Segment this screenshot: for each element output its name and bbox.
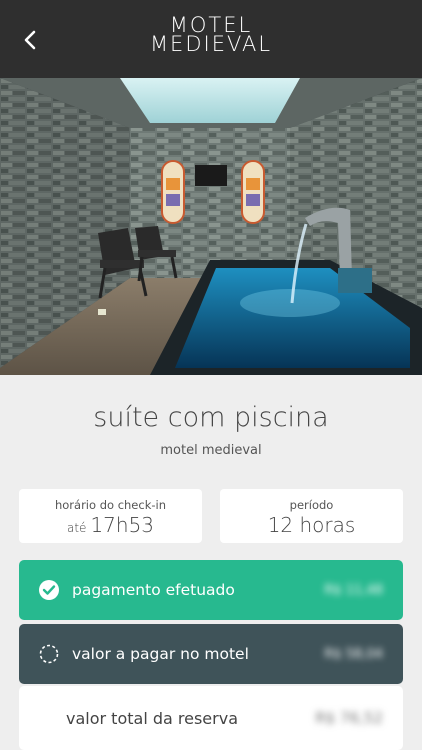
checkin-prefix: até <box>66 521 87 535</box>
period-label: período <box>289 498 334 512</box>
payment-done-row[interactable]: pagamento efetuado R$ 11,48 <box>19 560 403 620</box>
amount-due-label: valor a pagar no motel <box>72 645 249 663</box>
logo-line-2: MEDIEVAL <box>149 32 273 56</box>
check-circle-icon <box>38 579 60 601</box>
motel-name: motel medieval <box>160 443 262 458</box>
checkin-time: 17h53 <box>90 513 155 537</box>
payment-done-label: pagamento efetuado <box>72 581 235 599</box>
total-row: valor total da reserva R$ 76,52 <box>19 686 403 750</box>
amount-due-value: R$ 58,04 <box>324 646 383 662</box>
period-card: período 12 horas <box>220 489 403 543</box>
brand-logo: MOTEL MEDIEVAL <box>0 15 422 56</box>
checkin-card: horário do check-in até 17h53 <box>19 489 202 543</box>
total-amount: R$ 76,52 <box>315 709 383 727</box>
period-value: 12 horas <box>267 513 356 537</box>
checkin-label: horário do check-in <box>54 498 166 512</box>
dashed-circle-icon <box>38 643 60 665</box>
suite-photo <box>0 78 422 375</box>
suite-title: suíte com piscina <box>93 402 329 433</box>
amount-due-row[interactable]: valor a pagar no motel R$ 58,04 <box>19 624 403 684</box>
total-label: valor total da reserva <box>66 708 238 728</box>
checkin-value: até 17h53 <box>19 513 202 537</box>
app-header: MOTEL MEDIEVAL <box>0 0 422 78</box>
pool-room-illustration <box>0 78 422 375</box>
payment-done-amount: R$ 11,48 <box>324 582 383 598</box>
